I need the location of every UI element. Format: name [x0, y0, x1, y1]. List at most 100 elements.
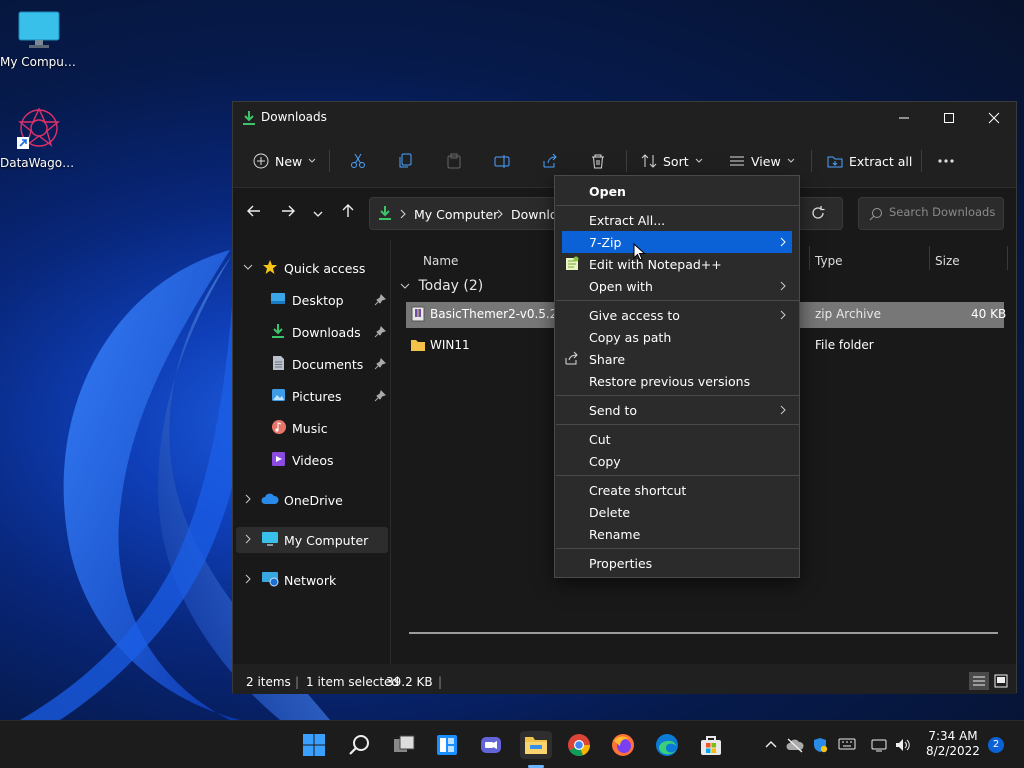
- chevron-up-icon[interactable]: [764, 737, 778, 751]
- desktop-folder-icon: [271, 293, 285, 304]
- arrow-left-icon: [247, 205, 260, 217]
- menu-item-extract-all[interactable]: Extract All...: [562, 209, 792, 231]
- nav-item-videos[interactable]: Videos: [233, 447, 389, 473]
- chevron-down-icon: [695, 158, 702, 163]
- nav-network[interactable]: Network: [233, 567, 389, 593]
- column-header-type[interactable]: Type: [815, 254, 843, 268]
- more-options-button[interactable]: [937, 146, 955, 176]
- rename-button[interactable]: [494, 146, 510, 176]
- status-size: 39.2 KB: [386, 675, 433, 689]
- onedrive-offline-icon[interactable]: [786, 737, 804, 753]
- chevron-right-icon: [245, 534, 251, 544]
- horizontal-scrollbar[interactable]: [409, 632, 998, 634]
- maximize-button[interactable]: [926, 102, 972, 134]
- teams-chat-button[interactable]: [477, 731, 505, 759]
- tiles-view-button[interactable]: [991, 672, 1011, 690]
- nav-item-documents[interactable]: Documents: [233, 351, 389, 377]
- menu-item-open[interactable]: Open: [562, 180, 792, 202]
- notification-badge[interactable]: 2: [988, 737, 1004, 753]
- keyboard-icon[interactable]: [838, 737, 856, 751]
- chevron-right-icon: [780, 281, 786, 291]
- desktop-icon-label: My Computer: [0, 55, 78, 69]
- up-button[interactable]: [341, 204, 355, 221]
- menu-item-restore-versions[interactable]: Restore previous versions: [562, 370, 792, 392]
- network-status-icon[interactable]: [870, 737, 888, 753]
- task-view-button[interactable]: [390, 731, 418, 759]
- title-bar[interactable]: Downloads: [233, 102, 1016, 134]
- nav-quick-access[interactable]: Quick access: [233, 255, 389, 281]
- sort-button[interactable]: Sort: [641, 146, 703, 176]
- view-label: View: [751, 153, 781, 169]
- extract-all-button[interactable]: Extract all: [827, 146, 912, 176]
- delete-button[interactable]: [590, 146, 606, 176]
- start-button[interactable]: [300, 731, 328, 759]
- copy-button[interactable]: [398, 146, 414, 176]
- menu-item-cut[interactable]: Cut: [562, 428, 792, 450]
- nav-item-desktop[interactable]: Desktop: [233, 287, 389, 313]
- volume-icon[interactable]: [894, 737, 912, 753]
- nav-item-downloads[interactable]: Downloads: [233, 319, 389, 345]
- close-button[interactable]: [971, 102, 1017, 134]
- system-clock[interactable]: 7:34 AM 8/2/2022: [920, 729, 986, 759]
- taskbar: 7:34 AM 8/2/2022 2: [0, 720, 1024, 768]
- search-box[interactable]: [858, 197, 1004, 230]
- paste-button[interactable]: [446, 146, 462, 176]
- menu-item-delete[interactable]: Delete: [562, 501, 792, 523]
- share-button[interactable]: [542, 146, 558, 176]
- taskbar-file-explorer[interactable]: [520, 731, 552, 759]
- notepad-plus-icon: [566, 256, 579, 270]
- nav-item-music[interactable]: Music: [233, 415, 389, 441]
- file-type: File folder: [815, 338, 874, 352]
- desktop-icon-datawagon[interactable]: DataWagon...: [0, 105, 78, 170]
- nav-onedrive[interactable]: OneDrive: [233, 487, 389, 513]
- menu-item-open-with[interactable]: Open with: [562, 275, 792, 297]
- nav-item-pictures[interactable]: Pictures: [233, 383, 389, 409]
- menu-item-give-access[interactable]: Give access to: [562, 304, 792, 326]
- taskbar-firefox[interactable]: [609, 731, 637, 759]
- menu-item-properties[interactable]: Properties: [562, 552, 792, 574]
- menu-item-notepad[interactable]: Edit with Notepad++: [562, 253, 792, 275]
- close-icon: [988, 112, 1000, 124]
- search-input[interactable]: [889, 205, 999, 219]
- cut-button[interactable]: [350, 146, 366, 176]
- widgets-button[interactable]: [433, 731, 461, 759]
- taskbar-search-button[interactable]: [345, 731, 373, 759]
- taskbar-store[interactable]: [697, 731, 725, 759]
- nav-my-computer[interactable]: My Computer: [236, 527, 388, 553]
- menu-item-share[interactable]: Share: [562, 348, 792, 370]
- security-shield-icon[interactable]: [812, 737, 828, 753]
- pin-icon: [374, 358, 386, 370]
- refresh-button[interactable]: [810, 205, 826, 224]
- column-header-name[interactable]: Name: [423, 254, 458, 268]
- menu-item-rename[interactable]: Rename: [562, 523, 792, 545]
- chevron-right-icon: [400, 209, 406, 219]
- store-icon: [701, 736, 721, 755]
- column-header-size[interactable]: Size: [935, 254, 960, 268]
- tiles-view-icon: [994, 674, 1008, 688]
- view-button[interactable]: View: [729, 146, 795, 176]
- refresh-icon: [812, 206, 825, 219]
- chevron-right-icon: [780, 310, 786, 320]
- desktop-icon-my-computer[interactable]: My Computer: [0, 10, 78, 69]
- taskbar-chrome[interactable]: [565, 731, 593, 759]
- new-button[interactable]: New: [253, 146, 316, 176]
- menu-item-7zip[interactable]: 7-Zip: [562, 231, 792, 253]
- breadcrumb-my-computer[interactable]: My Computer: [414, 207, 498, 222]
- forward-button[interactable]: [281, 204, 295, 221]
- ellipsis-icon: [938, 159, 954, 163]
- desktop-icon-label: DataWagon...: [0, 156, 78, 170]
- menu-item-copy-path[interactable]: Copy as path: [562, 326, 792, 348]
- nav-item-label: Videos: [292, 453, 334, 468]
- back-button[interactable]: [247, 204, 261, 221]
- details-view-button[interactable]: [969, 672, 989, 690]
- pin-icon: [374, 326, 386, 338]
- recent-locations-button[interactable]: [313, 207, 323, 221]
- menu-item-send-to[interactable]: Send to: [562, 399, 792, 421]
- taskbar-edge[interactable]: [653, 731, 681, 759]
- menu-item-copy[interactable]: Copy: [562, 450, 792, 472]
- menu-item-create-shortcut[interactable]: Create shortcut: [562, 479, 792, 501]
- widgets-icon: [437, 735, 457, 755]
- minimize-icon: [899, 117, 909, 119]
- group-header[interactable]: Today (2): [400, 278, 483, 294]
- minimize-button[interactable]: [881, 102, 927, 134]
